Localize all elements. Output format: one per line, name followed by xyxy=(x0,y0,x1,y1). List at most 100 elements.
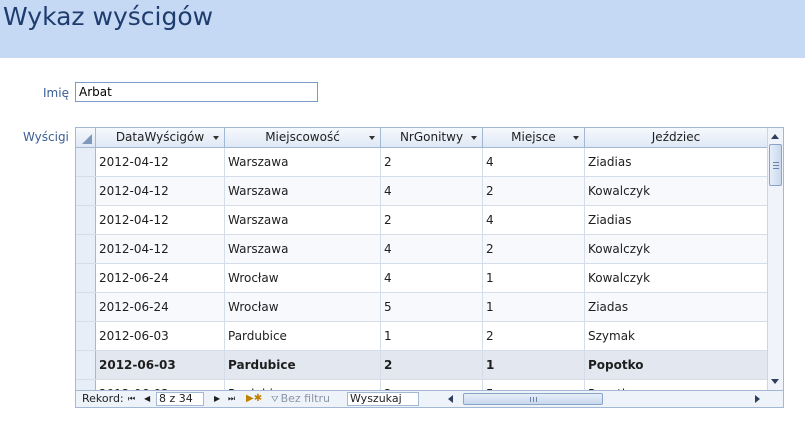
table-row[interactable]: 2012-04-12 Warszawa 2 4 Ziadias xyxy=(76,148,767,177)
column-header-date[interactable]: DataWyścigów xyxy=(96,128,225,147)
cell-place[interactable]: Wrocław xyxy=(225,293,381,321)
cell-race-no[interactable]: 4 xyxy=(381,264,483,292)
row-selector[interactable] xyxy=(76,148,96,176)
vertical-scrollbar[interactable] xyxy=(767,128,783,390)
table-row[interactable]: 2012-06-24 Wrocław 5 1 Ziadas xyxy=(76,293,767,322)
cell-place[interactable]: Warszawa xyxy=(225,148,381,176)
column-header-place[interactable]: Miejscowość xyxy=(225,128,381,147)
column-header-position[interactable]: Miejsce xyxy=(483,128,585,147)
cell-position[interactable]: 1 xyxy=(483,293,585,321)
cell-date[interactable]: 2012-06-24 xyxy=(96,293,225,321)
column-header-label: Jeździec xyxy=(651,130,701,144)
cell-jockey[interactable]: Kowalczyk xyxy=(585,235,767,263)
grip-line xyxy=(773,162,779,163)
cell-race-no[interactable]: 2 xyxy=(381,148,483,176)
cell-race-no[interactable]: 1 xyxy=(381,322,483,350)
record-label: Rekord: xyxy=(82,392,124,405)
row-selector[interactable] xyxy=(76,293,96,321)
first-record-icon[interactable]: ⏮ xyxy=(128,392,135,406)
row-selector[interactable] xyxy=(76,351,96,379)
cell-jockey[interactable]: Ziadas xyxy=(585,293,767,321)
search-input[interactable]: Wyszukaj xyxy=(347,392,419,406)
cell-race-no[interactable]: 2 xyxy=(381,351,483,379)
last-record-icon[interactable]: ⏭ xyxy=(228,392,235,406)
cell-place[interactable]: Wrocław xyxy=(225,264,381,292)
column-header-race-no[interactable]: NrGonitwy xyxy=(381,128,483,147)
funnel-icon: ⛛ xyxy=(271,395,279,405)
column-header-label: DataWyścigów xyxy=(115,130,205,144)
grip-line xyxy=(533,397,534,402)
grip-line xyxy=(530,397,531,402)
datasheet-header: DataWyścigów Miejscowość NrGonitwy Miejs… xyxy=(76,128,767,148)
next-record-icon[interactable]: ▶ xyxy=(214,392,220,406)
cell-position[interactable]: 2 xyxy=(483,235,585,263)
cell-date[interactable]: 2012-04-12 xyxy=(96,206,225,234)
filter-toggle-button[interactable]: ⛛ Bez filtru xyxy=(271,392,330,407)
new-record-icon[interactable]: ▶✱ xyxy=(246,392,262,406)
table-row[interactable]: 2012-06-03 Pardubice 1 2 Szymak xyxy=(76,322,767,351)
current-record-field[interactable]: 8 z 34 xyxy=(156,392,204,406)
table-row[interactable]: 2012-04-12 Warszawa 2 4 Ziadias xyxy=(76,206,767,235)
cell-race-no[interactable]: 4 xyxy=(381,177,483,205)
cell-position[interactable]: 1 xyxy=(483,351,585,379)
dropdown-arrow-icon[interactable] xyxy=(471,136,477,140)
previous-record-icon[interactable]: ◀ xyxy=(144,392,150,406)
dropdown-arrow-icon[interactable] xyxy=(213,136,219,140)
cell-position[interactable]: 4 xyxy=(483,206,585,234)
cell-race-no[interactable]: 4 xyxy=(381,235,483,263)
cell-jockey[interactable]: Kowalczyk xyxy=(585,177,767,205)
column-header-label: Miejscowość xyxy=(265,130,340,144)
name-label: Imię xyxy=(43,86,69,100)
cell-date[interactable]: 2012-04-12 xyxy=(96,177,225,205)
horizontal-scrollbar[interactable] xyxy=(458,393,750,405)
cell-jockey[interactable]: Ziadias xyxy=(585,206,767,234)
dropdown-arrow-icon[interactable] xyxy=(573,136,579,140)
cell-position[interactable]: 1 xyxy=(483,264,585,292)
races-label: Wyścigi xyxy=(23,130,69,144)
cell-jockey[interactable]: Ziadias xyxy=(585,148,767,176)
page-title: Wykaz wyścigów xyxy=(3,2,214,31)
column-header-jockey[interactable]: Jeździec xyxy=(585,128,767,147)
cell-date[interactable]: 2012-06-03 xyxy=(96,322,225,350)
cell-jockey[interactable]: Kowalczyk xyxy=(585,264,767,292)
scroll-up-icon[interactable] xyxy=(771,134,779,139)
cell-position[interactable]: 4 xyxy=(483,148,585,176)
cell-place[interactable]: Warszawa xyxy=(225,177,381,205)
cell-position[interactable]: 2 xyxy=(483,177,585,205)
cell-date[interactable]: 2012-04-12 xyxy=(96,235,225,263)
row-selector[interactable] xyxy=(76,177,96,205)
cell-place[interactable]: Pardubice xyxy=(225,322,381,350)
table-row[interactable]: 2012-04-12 Warszawa 4 2 Kowalczyk xyxy=(76,177,767,206)
cell-position[interactable]: 2 xyxy=(483,322,585,350)
row-selector[interactable] xyxy=(76,322,96,350)
cell-place[interactable]: Pardubice xyxy=(225,351,381,379)
cell-jockey[interactable]: Szymak xyxy=(585,322,767,350)
grip-line xyxy=(773,165,779,166)
table-row-current[interactable]: 2012-06-03 Pardubice 2 1 Popotko xyxy=(76,351,767,380)
cell-date[interactable]: 2012-04-12 xyxy=(96,148,225,176)
cell-place[interactable]: Warszawa xyxy=(225,235,381,263)
cell-race-no[interactable]: 2 xyxy=(381,206,483,234)
scroll-right-icon[interactable] xyxy=(755,395,760,403)
cell-date[interactable]: 2012-06-03 xyxy=(96,351,225,379)
row-selector[interactable] xyxy=(76,235,96,263)
table-row[interactable]: 2012-04-12 Warszawa 4 2 Kowalczyk xyxy=(76,235,767,264)
horizontal-scroll-thumb[interactable] xyxy=(463,393,603,405)
scroll-left-icon[interactable] xyxy=(448,395,453,403)
dropdown-arrow-icon[interactable] xyxy=(369,136,375,140)
vertical-scroll-thumb[interactable] xyxy=(769,144,782,186)
cell-place[interactable]: Warszawa xyxy=(225,206,381,234)
record-navigation-bar: Rekord: ⏮ ◀ 8 z 34 ▶ ⏭ ▶✱ ⛛ Bez filtru Wy… xyxy=(76,390,783,407)
row-selector[interactable] xyxy=(76,206,96,234)
cell-jockey[interactable]: Popotko xyxy=(585,351,767,379)
table-row[interactable]: 2012-06-24 Wrocław 4 1 Kowalczyk xyxy=(76,264,767,293)
corner-triangle-icon xyxy=(82,134,92,144)
name-field[interactable] xyxy=(75,82,318,102)
select-all-corner[interactable] xyxy=(76,128,96,147)
scroll-down-icon[interactable] xyxy=(771,379,779,384)
races-datasheet[interactable]: DataWyścigów Miejscowość NrGonitwy Miejs… xyxy=(75,127,784,408)
cell-date[interactable]: 2012-06-24 xyxy=(96,264,225,292)
row-selector[interactable] xyxy=(76,264,96,292)
cell-race-no[interactable]: 5 xyxy=(381,293,483,321)
form-header: Wykaz wyścigów xyxy=(0,0,805,58)
